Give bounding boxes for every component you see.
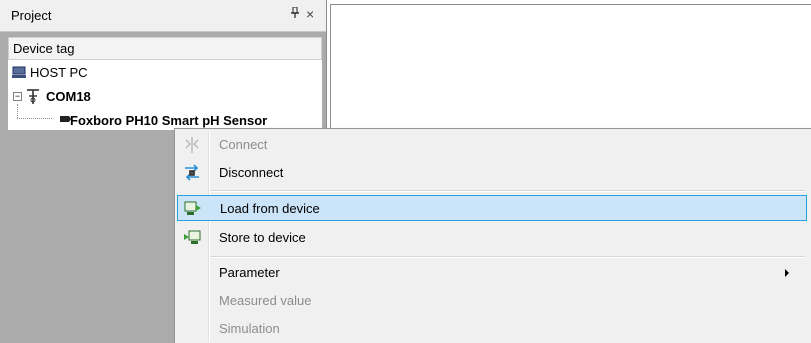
simulation-label: Simulation	[219, 321, 280, 336]
device-tag-column-header[interactable]: Device tag	[8, 37, 322, 60]
parameter-label: Parameter	[219, 265, 280, 280]
connect-icon	[183, 136, 201, 154]
menu-separator	[210, 190, 805, 192]
connect-label: Connect	[219, 137, 268, 152]
com18-label: COM18	[46, 89, 91, 104]
host-pc-icon	[12, 66, 26, 78]
menu-item-disconnect[interactable]: Disconnect	[177, 160, 807, 186]
device-tag-header-label: Device tag	[13, 41, 75, 56]
submenu-arrow-icon	[785, 269, 789, 277]
load-from-device-label: Load from device	[220, 201, 320, 216]
store-to-device-icon	[183, 229, 201, 247]
collapse-icon[interactable]: −	[13, 92, 22, 101]
tree-item-host-pc[interactable]: HOST PC	[8, 62, 322, 84]
menu-item-store-to-device[interactable]: Store to device	[177, 225, 807, 251]
menu-item-measured-value[interactable]: Measured value	[177, 288, 807, 314]
com-port-icon	[26, 88, 40, 106]
measured-value-label: Measured value	[219, 293, 312, 308]
menu-item-load-from-device[interactable]: Load from device	[177, 195, 807, 221]
load-from-device-icon	[184, 200, 202, 218]
disconnect-label: Disconnect	[219, 165, 284, 180]
project-panel-title-bar: Project ×	[0, 0, 326, 32]
menu-item-connect[interactable]: Connect	[177, 132, 807, 158]
tree-connector-line	[17, 104, 18, 118]
close-icon[interactable]: ×	[306, 6, 314, 22]
menu-item-simulation[interactable]: Simulation	[177, 316, 807, 342]
menu-item-parameter[interactable]: Parameter	[177, 260, 807, 286]
disconnect-icon	[183, 164, 201, 182]
tree-item-sensor[interactable]: Foxboro PH10 Smart pH Sensor	[70, 113, 267, 128]
store-to-device-label: Store to device	[219, 230, 306, 245]
host-pc-label: HOST PC	[30, 65, 88, 80]
context-menu: Connect Disconnect Load from device Stor…	[174, 128, 811, 343]
pin-icon[interactable]	[290, 6, 300, 22]
project-panel-title: Project	[11, 8, 52, 23]
tree-connector-line	[17, 118, 52, 119]
menu-separator	[210, 256, 805, 258]
tree-item-com18[interactable]: − COM18	[8, 86, 322, 108]
